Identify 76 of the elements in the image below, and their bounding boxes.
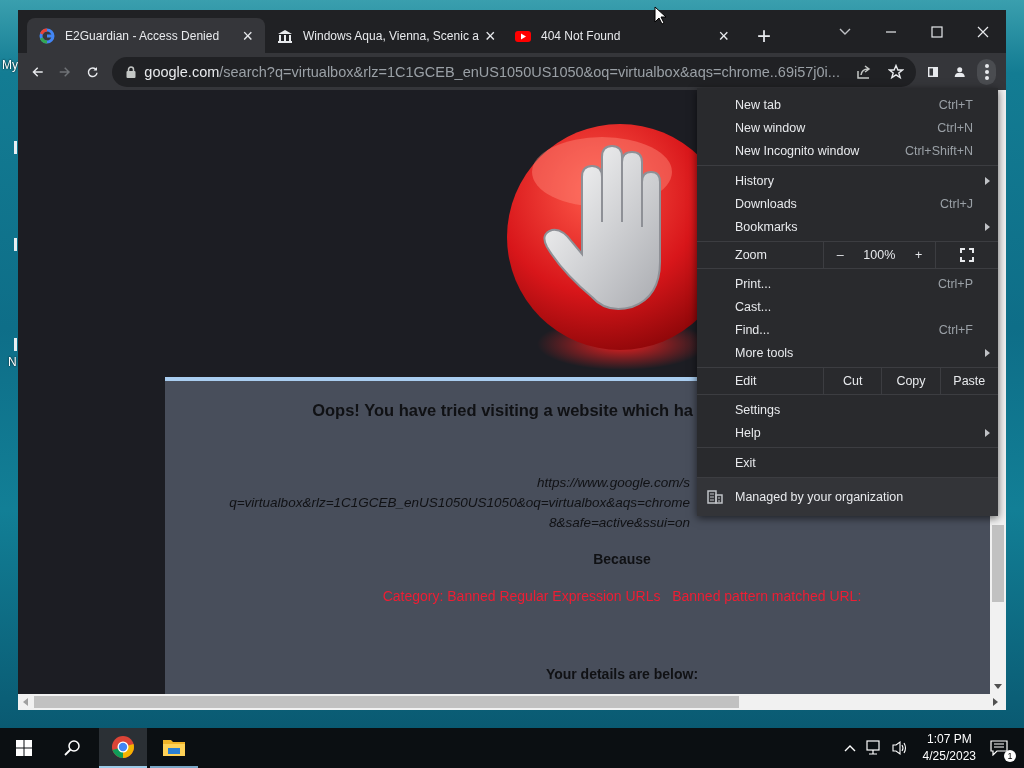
scroll-down-arrow-icon[interactable] (994, 684, 1002, 689)
scroll-thumb[interactable] (34, 696, 739, 708)
menu-item[interactable]: Settings (697, 398, 998, 421)
browser-tab[interactable]: 404 Not Found × (503, 18, 741, 53)
menu-item[interactable]: Exit (697, 451, 998, 474)
menu-item[interactable]: New window Ctrl+N (697, 116, 998, 139)
menu-item[interactable]: More tools (697, 341, 998, 364)
chevron-down-icon[interactable] (839, 27, 851, 36)
menu-item[interactable]: Downloads Ctrl+J (697, 192, 998, 215)
lock-icon (126, 65, 137, 78)
blocked-url-line: q=virtualbox&rlz=1C1GCEB_enUS1050US1050&oq=virtualbox&aqs=chrome (229, 495, 690, 510)
menu-item[interactable]: New tab Ctrl+T (697, 93, 998, 116)
windows-logo-icon[interactable] (16, 740, 32, 756)
zoom-out-button[interactable]: – (830, 248, 850, 262)
page-heading: Oops! You have tried visiting a website which ha (312, 401, 693, 419)
close-tab-button[interactable]: × (484, 27, 496, 44)
desktop-icon-label[interactable]: My (2, 58, 18, 72)
blocked-url-line: 8&safe=active&ssui=on (548, 515, 690, 530)
tab-title: 404 Not Found (541, 28, 622, 43)
address-bar[interactable]: google.com/search?q=virtualbox&rlz=1C1GCEB_enUS1050US1050&oq=virtualbox&aqs=chrome..69i57j0i... (112, 56, 916, 87)
tab-title: E2Guardian - Access Denied (65, 28, 221, 43)
submenu-arrow-icon (985, 428, 990, 437)
menu-action-button[interactable]: Cut (823, 368, 882, 394)
menu-action-button[interactable]: Copy (881, 368, 940, 394)
notification-icon[interactable] (990, 740, 1008, 756)
share-icon[interactable] (855, 63, 872, 80)
mouse-cursor-icon (654, 6, 666, 25)
menu-item[interactable]: History (697, 169, 998, 192)
menu-button[interactable] (977, 58, 996, 85)
details-heading: Your details are below: (544, 666, 700, 682)
clock[interactable]: 1:07 PM 4/25/2023 (922, 731, 976, 765)
scroll-right-arrow-icon[interactable] (993, 698, 998, 706)
menu-label: Zoom (734, 247, 768, 264)
desktop-icon-label[interactable]: N (8, 355, 17, 369)
horizontal-scrollbar[interactable] (18, 694, 1006, 710)
close-tab-button[interactable]: × (242, 27, 253, 44)
menu-label: Edit (734, 373, 758, 390)
taskbar-app-button[interactable] (99, 728, 147, 768)
because-label: Because (592, 551, 652, 567)
fullscreen-icon (960, 248, 974, 262)
zoom-level: 100% (863, 248, 896, 262)
close-icon[interactable] (977, 25, 989, 38)
browser-tab[interactable]: E2Guardian - Access Denied × (27, 18, 265, 53)
zoom-in-button[interactable]: + (908, 248, 929, 262)
side-panel-icon[interactable] (927, 64, 938, 79)
scroll-thumb[interactable] (992, 525, 1004, 602)
blocked-url-line: https://www.google.com/s (536, 475, 690, 490)
submenu-arrow-icon (985, 222, 990, 231)
star-icon[interactable] (887, 63, 904, 80)
menu-item[interactable]: Cast... (697, 295, 998, 318)
maximize-icon[interactable] (931, 25, 943, 38)
address-text: google.com/search?q=virtualbox&rlz=1C1GCEB_enUS1050US1050&oq=virtualbox&aqs=chrome..69i57j0i... (144, 63, 840, 80)
submenu-arrow-icon (985, 348, 990, 357)
browser-tab[interactable]: Windows Aqua, Vienna, Scenic a × (265, 18, 503, 53)
managed-notice[interactable]: Managed by your organization (697, 478, 998, 516)
chrome-logo-icon (111, 735, 135, 759)
menu-item[interactable]: Bookmarks (697, 215, 998, 238)
google-g-icon (39, 27, 55, 44)
chevron-up-icon[interactable] (843, 744, 856, 752)
menu-item[interactable]: New Incognito window Ctrl+Shift+N (697, 139, 998, 162)
menu-icon (984, 63, 989, 80)
new-tab-button[interactable]: + (745, 18, 783, 53)
notification-count: 1 (1004, 750, 1016, 762)
submenu-arrow-icon (985, 176, 990, 185)
volume-icon[interactable] (891, 740, 908, 756)
menu-item[interactable]: Help (697, 421, 998, 444)
close-tab-button[interactable]: × (718, 27, 729, 44)
menu-item[interactable]: Find... Ctrl+F (697, 318, 998, 341)
search-icon[interactable] (64, 740, 80, 756)
menu-item[interactable]: Print... Ctrl+P (697, 272, 998, 295)
block-reason: Category: Banned Regular Expression URLs Banned pattern matched URL: (381, 588, 863, 604)
network-icon[interactable] (865, 740, 882, 756)
building-columns-icon (277, 27, 293, 44)
building-icon (707, 490, 723, 504)
menu-action-button[interactable]: Paste (939, 368, 998, 394)
tab-title: Windows Aqua, Vienna, Scenic a (303, 28, 479, 43)
